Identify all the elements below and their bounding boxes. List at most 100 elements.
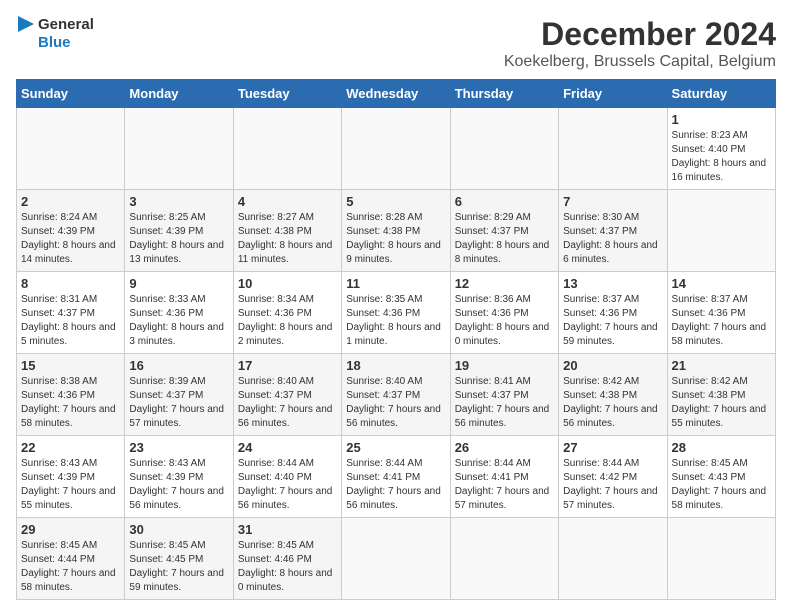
table-row — [667, 518, 775, 600]
table-row: 25 Sunrise: 8:44 AMSunset: 4:41 PMDaylig… — [342, 436, 450, 518]
day-number: 15 — [21, 358, 120, 373]
calendar-week-row: 1 Sunrise: 8:23 AMSunset: 4:40 PMDayligh… — [17, 108, 776, 190]
table-row: 11 Sunrise: 8:35 AMSunset: 4:36 PMDaylig… — [342, 272, 450, 354]
day-info: Sunrise: 8:43 AMSunset: 4:39 PMDaylight:… — [129, 457, 228, 513]
table-row — [559, 108, 667, 190]
day-info: Sunrise: 8:45 AMSunset: 4:45 PMDaylight:… — [129, 539, 228, 595]
table-row — [17, 108, 125, 190]
day-info: Sunrise: 8:40 AMSunset: 4:37 PMDaylight:… — [238, 375, 337, 431]
day-number: 11 — [346, 276, 445, 291]
table-row: 13 Sunrise: 8:37 AMSunset: 4:36 PMDaylig… — [559, 272, 667, 354]
table-row: 6 Sunrise: 8:29 AMSunset: 4:37 PMDayligh… — [450, 190, 558, 272]
day-info: Sunrise: 8:44 AMSunset: 4:41 PMDaylight:… — [455, 457, 554, 513]
col-thursday: Thursday — [450, 80, 558, 108]
day-number: 16 — [129, 358, 228, 373]
day-number: 14 — [672, 276, 771, 291]
calendar-week-row: 15 Sunrise: 8:38 AMSunset: 4:36 PMDaylig… — [17, 354, 776, 436]
day-info: Sunrise: 8:24 AMSunset: 4:39 PMDaylight:… — [21, 211, 120, 267]
day-info: Sunrise: 8:38 AMSunset: 4:36 PMDaylight:… — [21, 375, 120, 431]
day-info: Sunrise: 8:29 AMSunset: 4:37 PMDaylight:… — [455, 211, 554, 267]
day-number: 20 — [563, 358, 662, 373]
day-number: 24 — [238, 440, 337, 455]
col-tuesday: Tuesday — [233, 80, 341, 108]
day-info: Sunrise: 8:34 AMSunset: 4:36 PMDaylight:… — [238, 293, 337, 349]
calendar-header-row: Sunday Monday Tuesday Wednesday Thursday… — [17, 80, 776, 108]
calendar-week-row: 29 Sunrise: 8:45 AMSunset: 4:44 PMDaylig… — [17, 518, 776, 600]
calendar-table: Sunday Monday Tuesday Wednesday Thursday… — [16, 79, 776, 600]
table-row: 26 Sunrise: 8:44 AMSunset: 4:41 PMDaylig… — [450, 436, 558, 518]
day-info: Sunrise: 8:30 AMSunset: 4:37 PMDaylight:… — [563, 211, 662, 267]
day-info: Sunrise: 8:28 AMSunset: 4:38 PMDaylight:… — [346, 211, 445, 267]
day-info: Sunrise: 8:23 AMSunset: 4:40 PMDaylight:… — [672, 129, 771, 185]
day-info: Sunrise: 8:35 AMSunset: 4:36 PMDaylight:… — [346, 293, 445, 349]
day-info: Sunrise: 8:45 AMSunset: 4:46 PMDaylight:… — [238, 539, 337, 595]
logo-flag-icon — [16, 16, 36, 52]
table-row: 23 Sunrise: 8:43 AMSunset: 4:39 PMDaylig… — [125, 436, 233, 518]
day-number: 26 — [455, 440, 554, 455]
table-row — [450, 108, 558, 190]
day-info: Sunrise: 8:44 AMSunset: 4:41 PMDaylight:… — [346, 457, 445, 513]
calendar-week-row: 8 Sunrise: 8:31 AMSunset: 4:37 PMDayligh… — [17, 272, 776, 354]
col-monday: Monday — [125, 80, 233, 108]
table-row — [342, 108, 450, 190]
table-row: 4 Sunrise: 8:27 AMSunset: 4:38 PMDayligh… — [233, 190, 341, 272]
table-row: 16 Sunrise: 8:39 AMSunset: 4:37 PMDaylig… — [125, 354, 233, 436]
table-row: 30 Sunrise: 8:45 AMSunset: 4:45 PMDaylig… — [125, 518, 233, 600]
day-info: Sunrise: 8:36 AMSunset: 4:36 PMDaylight:… — [455, 293, 554, 349]
day-info: Sunrise: 8:45 AMSunset: 4:44 PMDaylight:… — [21, 539, 120, 595]
day-number: 27 — [563, 440, 662, 455]
table-row: 5 Sunrise: 8:28 AMSunset: 4:38 PMDayligh… — [342, 190, 450, 272]
table-row: 3 Sunrise: 8:25 AMSunset: 4:39 PMDayligh… — [125, 190, 233, 272]
table-row: 18 Sunrise: 8:40 AMSunset: 4:37 PMDaylig… — [342, 354, 450, 436]
day-number: 4 — [238, 194, 337, 209]
day-number: 12 — [455, 276, 554, 291]
day-number: 17 — [238, 358, 337, 373]
table-row: 29 Sunrise: 8:45 AMSunset: 4:44 PMDaylig… — [17, 518, 125, 600]
day-info: Sunrise: 8:41 AMSunset: 4:37 PMDaylight:… — [455, 375, 554, 431]
logo-blue: Blue — [38, 34, 94, 52]
day-info: Sunrise: 8:44 AMSunset: 4:42 PMDaylight:… — [563, 457, 662, 513]
table-row — [450, 518, 558, 600]
day-number: 21 — [672, 358, 771, 373]
table-row: 20 Sunrise: 8:42 AMSunset: 4:38 PMDaylig… — [559, 354, 667, 436]
day-info: Sunrise: 8:42 AMSunset: 4:38 PMDaylight:… — [563, 375, 662, 431]
day-number: 18 — [346, 358, 445, 373]
table-row: 31 Sunrise: 8:45 AMSunset: 4:46 PMDaylig… — [233, 518, 341, 600]
day-number: 5 — [346, 194, 445, 209]
table-row: 1 Sunrise: 8:23 AMSunset: 4:40 PMDayligh… — [667, 108, 775, 190]
table-row: 15 Sunrise: 8:38 AMSunset: 4:36 PMDaylig… — [17, 354, 125, 436]
col-saturday: Saturday — [667, 80, 775, 108]
day-number: 23 — [129, 440, 228, 455]
day-number: 10 — [238, 276, 337, 291]
table-row: 10 Sunrise: 8:34 AMSunset: 4:36 PMDaylig… — [233, 272, 341, 354]
table-row: 27 Sunrise: 8:44 AMSunset: 4:42 PMDaylig… — [559, 436, 667, 518]
page-header: General Blue December 2024 Koekelberg, B… — [16, 16, 776, 71]
day-number: 30 — [129, 522, 228, 537]
day-number: 29 — [21, 522, 120, 537]
day-number: 1 — [672, 112, 771, 127]
table-row: 17 Sunrise: 8:40 AMSunset: 4:37 PMDaylig… — [233, 354, 341, 436]
table-row: 24 Sunrise: 8:44 AMSunset: 4:40 PMDaylig… — [233, 436, 341, 518]
table-row: 14 Sunrise: 8:37 AMSunset: 4:36 PMDaylig… — [667, 272, 775, 354]
day-info: Sunrise: 8:42 AMSunset: 4:38 PMDaylight:… — [672, 375, 771, 431]
table-row — [233, 108, 341, 190]
day-info: Sunrise: 8:43 AMSunset: 4:39 PMDaylight:… — [21, 457, 120, 513]
day-number: 7 — [563, 194, 662, 209]
col-sunday: Sunday — [17, 80, 125, 108]
table-row: 22 Sunrise: 8:43 AMSunset: 4:39 PMDaylig… — [17, 436, 125, 518]
col-wednesday: Wednesday — [342, 80, 450, 108]
table-row: 9 Sunrise: 8:33 AMSunset: 4:36 PMDayligh… — [125, 272, 233, 354]
table-row: 12 Sunrise: 8:36 AMSunset: 4:36 PMDaylig… — [450, 272, 558, 354]
day-number: 19 — [455, 358, 554, 373]
day-number: 31 — [238, 522, 337, 537]
table-row — [559, 518, 667, 600]
table-row: 2 Sunrise: 8:24 AMSunset: 4:39 PMDayligh… — [17, 190, 125, 272]
day-info: Sunrise: 8:44 AMSunset: 4:40 PMDaylight:… — [238, 457, 337, 513]
table-row: 8 Sunrise: 8:31 AMSunset: 4:37 PMDayligh… — [17, 272, 125, 354]
day-number: 8 — [21, 276, 120, 291]
title-block: December 2024 Koekelberg, Brussels Capit… — [504, 16, 776, 71]
table-row — [342, 518, 450, 600]
page-subtitle: Koekelberg, Brussels Capital, Belgium — [504, 53, 776, 71]
day-info: Sunrise: 8:39 AMSunset: 4:37 PMDaylight:… — [129, 375, 228, 431]
table-row — [125, 108, 233, 190]
